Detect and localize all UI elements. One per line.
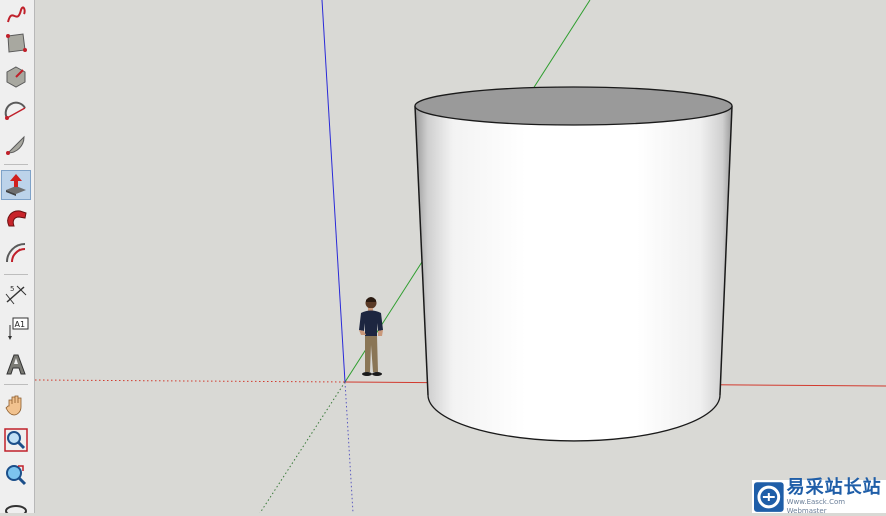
toolbar-separator xyxy=(4,164,28,165)
3d-text-tool-button[interactable] xyxy=(1,350,31,380)
toolbar-separator xyxy=(4,274,28,275)
watermark-title: 易采站长站 xyxy=(786,476,882,498)
watermark-badge: 易采站长站 Www.Easck.Com Webmaster xyxy=(752,476,886,515)
push-pull-tool-button[interactable] xyxy=(1,170,31,200)
orbit-tool-button[interactable] xyxy=(1,496,31,513)
pie-icon xyxy=(6,135,25,155)
cylinder[interactable] xyxy=(414,86,733,442)
freehand-tool-button[interactable] xyxy=(1,0,31,30)
arc-icon xyxy=(4,101,26,120)
zoom-window-icon xyxy=(4,428,28,452)
push-pull-icon xyxy=(6,174,26,196)
human-figure[interactable] xyxy=(359,297,383,376)
zoom-window-tool-button[interactable] xyxy=(1,425,31,455)
text-tool-button[interactable]: A1 xyxy=(1,314,31,344)
polygon-icon xyxy=(6,66,26,88)
text-label-icon: A1 xyxy=(8,317,29,340)
pan-tool-button[interactable] xyxy=(1,390,31,420)
blue-axis-negative xyxy=(344,381,354,513)
model-scene xyxy=(35,0,886,513)
orbit-icon xyxy=(5,504,27,513)
zoom-extents-icon xyxy=(6,465,27,486)
green-axis-negative xyxy=(259,381,346,513)
offset-tool-button[interactable] xyxy=(1,238,31,268)
dimension-tool-button[interactable]: 5 xyxy=(1,280,31,310)
freehand-icon xyxy=(7,6,26,23)
zoom-extents-tool-button[interactable] xyxy=(1,460,31,490)
3d-viewport[interactable] xyxy=(35,0,886,513)
pan-hand-icon xyxy=(5,395,22,416)
red-axis-negative xyxy=(35,379,346,383)
watermark-logo-icon xyxy=(754,481,784,512)
svg-text:5: 5 xyxy=(10,285,14,293)
rotated-rectangle-icon xyxy=(6,33,27,53)
dimension-icon: 5 xyxy=(5,285,27,305)
polygon-tool-button[interactable] xyxy=(1,62,31,92)
pie-tool-button[interactable] xyxy=(1,130,31,160)
arc-tool-button[interactable] xyxy=(1,96,31,126)
3d-text-icon xyxy=(6,354,26,375)
drawing-toolbar: 5 A1 xyxy=(0,0,35,513)
follow-me-icon xyxy=(7,210,27,227)
svg-text:A1: A1 xyxy=(15,320,26,329)
toolbar-separator xyxy=(4,384,28,385)
blue-axis xyxy=(321,0,346,383)
rotated-rectangle-tool-button[interactable] xyxy=(1,28,31,58)
offset-icon xyxy=(6,243,26,263)
follow-me-tool-button[interactable] xyxy=(1,204,31,234)
